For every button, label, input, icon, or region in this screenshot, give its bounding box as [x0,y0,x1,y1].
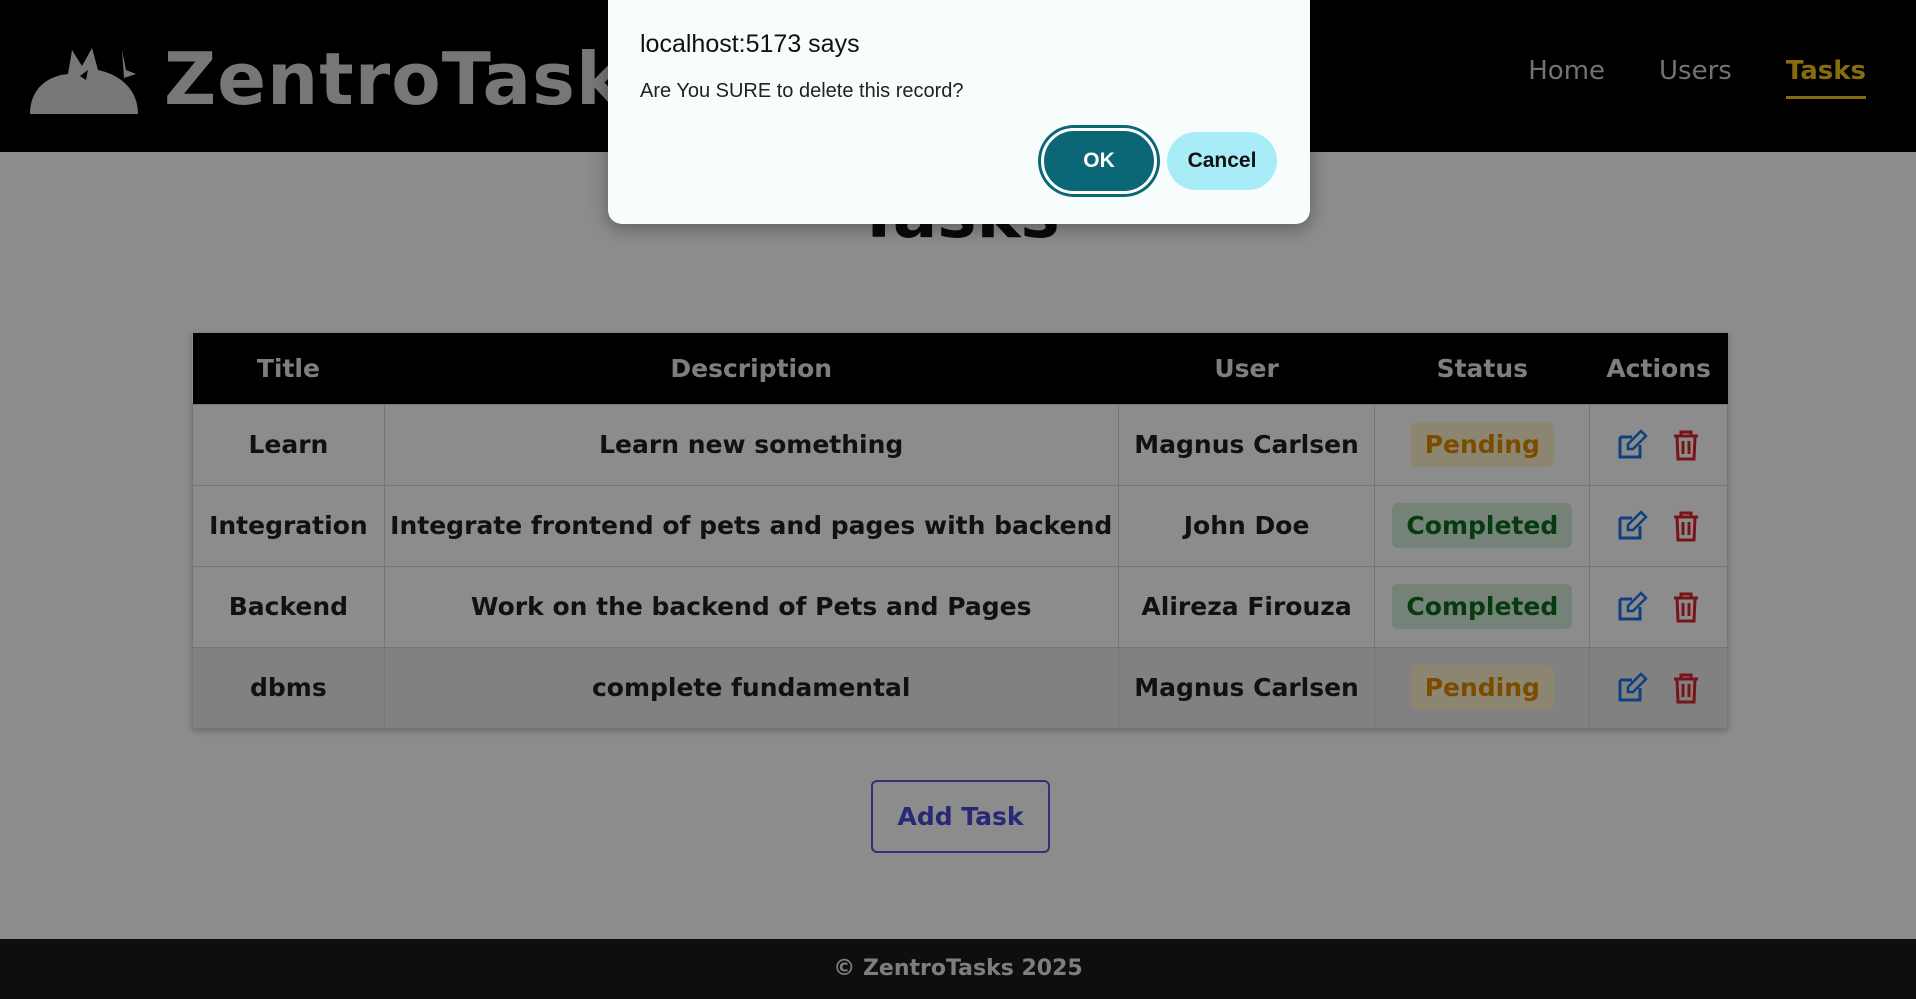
dialog-title: localhost:5173 says [640,30,860,58]
ok-button[interactable]: OK [1041,128,1157,194]
confirm-dialog: localhost:5173 says Are You SURE to dele… [608,0,1310,224]
cancel-button[interactable]: Cancel [1167,132,1277,190]
dialog-message: Are You SURE to delete this record? [640,80,964,102]
